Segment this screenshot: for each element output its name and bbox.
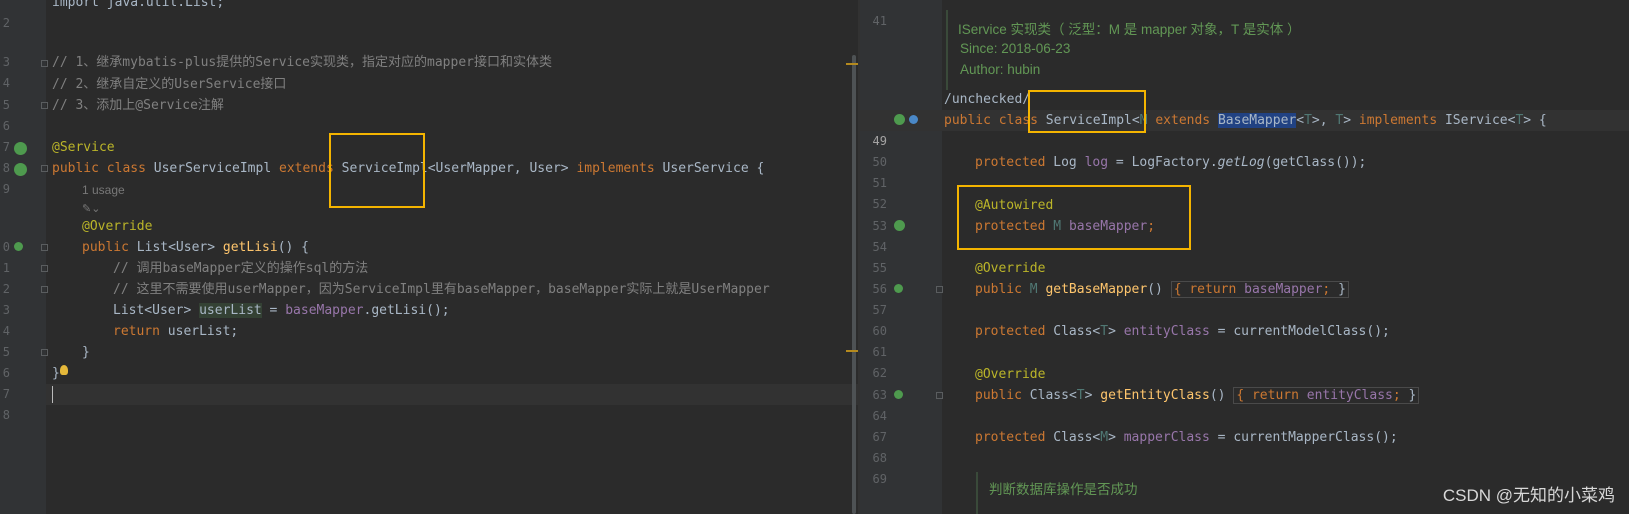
code-line[interactable]: 7: [0, 116, 858, 154]
code-line[interactable]: 4 List<User> userList = baseMapper.getLi…: [0, 300, 858, 338]
override-annotation: @Override: [82, 219, 153, 234]
fold-icon[interactable]: [41, 244, 48, 251]
code-line[interactable]: 48 /unchecked/: [860, 89, 1629, 127]
closing-brace: }: [82, 345, 90, 360]
comment: // 这里不需要使用userMapper，因为ServiceImpl里有base…: [113, 282, 770, 297]
code-line[interactable]: 67: [860, 406, 1629, 444]
mapper-class-field: protected Class<M> mapperClass = current…: [975, 430, 1398, 445]
code-line[interactable]: 68 protected Class<M> mapperClass = curr…: [860, 427, 1629, 465]
service-annotation: @Service: [52, 140, 115, 155]
comment: // 2、继承自定义的UserService接口: [52, 77, 287, 92]
get-base-mapper-method: public M getBaseMapper() { return baseMa…: [975, 279, 1349, 300]
entity-class-field: protected Class<T> entityClass = current…: [975, 324, 1390, 339]
comment: // 调用baseMapper定义的操作sql的方法: [113, 261, 369, 276]
method-declaration: public List<User> getLisi() {: [82, 240, 310, 255]
code-line[interactable]: 60: [860, 300, 1629, 338]
code-line[interactable]: 57 public M getBaseMapper() { return bas…: [860, 279, 1629, 317]
code-line[interactable]: 56 @Override: [860, 258, 1629, 296]
highlighted-variable: userList: [199, 303, 262, 318]
code-line[interactable]: 3 // 这里不需要使用userMapper，因为ServiceImpl里有ba…: [0, 279, 858, 317]
fold-icon[interactable]: [936, 286, 943, 293]
code-line[interactable]: 50: [860, 131, 1629, 169]
code-line[interactable]: 2 // 调用baseMapper定义的操作sql的方法: [0, 258, 858, 296]
code-line[interactable]: 62: [860, 342, 1629, 380]
lightbulb-icon[interactable]: [60, 365, 68, 375]
code-line[interactable]: 3: [0, 31, 858, 69]
comment: // 1、继承mybatis-plus提供的Service实现类，指定对应的ma…: [52, 55, 552, 70]
variable-declaration: List<User> userList = baseMapper.getLisi…: [113, 303, 450, 318]
unchecked-suppression: /unchecked/: [944, 92, 1031, 107]
implementation-icon[interactable]: [909, 115, 918, 124]
line-number: 69: [872, 472, 887, 486]
line-number: 9: [2, 182, 10, 196]
left-editor-pane[interactable]: 2 import java.util.List; 3 4 // 1、继承myba…: [0, 0, 858, 514]
selected-basemapper: BaseMapper: [1217, 113, 1297, 128]
usage-hint[interactable]: 1 usage: [82, 183, 125, 197]
fold-icon[interactable]: [41, 265, 48, 272]
code-line[interactable]: 4 // 1、继承mybatis-plus提供的Service实现类，指定对应的…: [0, 52, 858, 90]
autowired-bean-icon[interactable]: [894, 220, 905, 231]
fold-icon[interactable]: [936, 392, 943, 399]
line-number: 8: [2, 408, 10, 422]
fold-icon[interactable]: [41, 102, 48, 109]
fold-icon[interactable]: [41, 286, 48, 293]
vertical-scrollbar[interactable]: [852, 55, 856, 514]
fold-icon[interactable]: [41, 349, 48, 356]
code-line[interactable]: 6 // 3、添加上@Service注解: [0, 95, 858, 133]
class-name: UserServiceImpl: [153, 161, 272, 176]
override-annotation: @Override: [975, 261, 1046, 276]
code-line[interactable]: 8: [0, 384, 858, 422]
highlight-box-serviceimpl: [1028, 90, 1146, 133]
override-annotation: @Override: [975, 367, 1046, 382]
comment: // 3、添加上@Service注解: [52, 98, 224, 113]
right-code-area[interactable]: 48 /unchecked/ 49 public class ServiceIm…: [860, 0, 1629, 514]
spring-bean-icon[interactable]: [14, 142, 27, 155]
code-line[interactable]: 49 public class ServiceImpl<M extends Ba…: [860, 110, 1629, 148]
code-line[interactable]: 7 }: [0, 363, 858, 401]
code-line[interactable]: 63 @Override: [860, 364, 1629, 402]
watermark: CSDN @无知的小菜鸡: [1442, 486, 1615, 505]
doc-comment-bar: [976, 472, 978, 514]
code-line[interactable]: 64 public Class<T> getEntityClass() { re…: [860, 385, 1629, 423]
get-entity-class-method: public Class<T> getEntityClass() { retur…: [975, 385, 1420, 406]
ai-hint-icon[interactable]: ✎⌄: [82, 202, 100, 215]
code-line[interactable]: 69: [860, 448, 1629, 486]
fold-icon[interactable]: [41, 60, 48, 67]
highlight-box-basemapper: [957, 185, 1191, 250]
closing-brace: }: [52, 366, 60, 381]
code-line[interactable]: 2 import java.util.List;: [0, 0, 858, 30]
spring-bean-icon[interactable]: [14, 163, 27, 176]
return-statement: return userList;: [113, 324, 239, 339]
override-method-icon[interactable]: [14, 242, 23, 251]
import-statement: import java.util.List;: [52, 0, 225, 10]
log-declaration: protected Log log = LogFactory.getLog(ge…: [975, 155, 1367, 170]
code-line[interactable]: 61 protected Class<T> entityClass = curr…: [860, 321, 1629, 359]
code-line[interactable]: 1 public List<User> getLisi() {: [0, 237, 858, 275]
code-line[interactable]: 0 @Override: [0, 216, 858, 254]
scroll-marker: [846, 350, 858, 352]
code-line[interactable]: 9 public class UserServiceImpl extends S…: [0, 158, 858, 196]
scroll-marker: [846, 63, 858, 65]
javadoc-bottom: 判断数据库操作是否成功: [989, 482, 1138, 497]
text-caret: [52, 386, 53, 403]
code-line[interactable]: 8 @Service: [0, 137, 858, 175]
fold-icon[interactable]: [41, 165, 48, 172]
implements-method-icon[interactable]: [894, 284, 903, 293]
code-line[interactable]: 51 protected Log log = LogFactory.getLog…: [860, 152, 1629, 190]
implements-method-icon[interactable]: [894, 390, 903, 399]
code-line[interactable]: 5 // 2、继承自定义的UserService接口: [0, 74, 858, 112]
code-line[interactable]: 5 return userList;: [0, 321, 858, 359]
code-line[interactable]: 6 }: [0, 342, 858, 380]
spring-bean-icon[interactable]: [894, 114, 905, 125]
highlight-box-serviceimpl: [329, 133, 425, 208]
